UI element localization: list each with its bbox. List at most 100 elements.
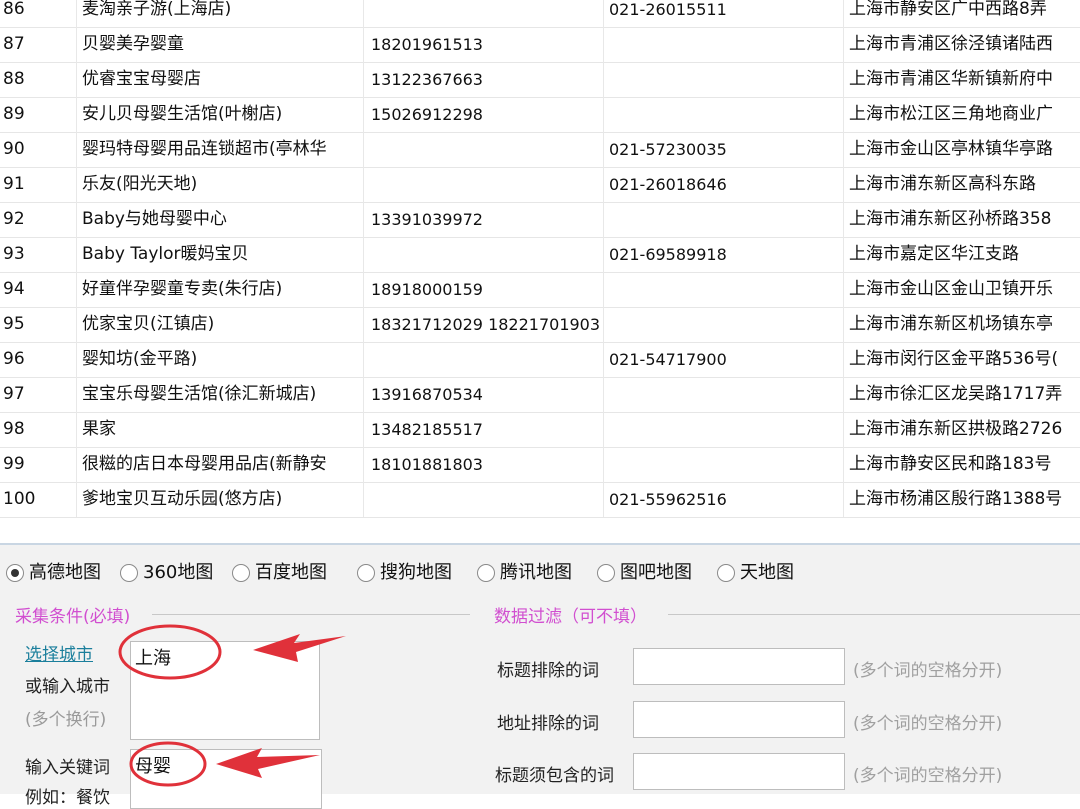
telephone-cell (603, 377, 843, 412)
radio-label: 图吧地图 (620, 562, 692, 583)
table-row[interactable]: 88 优睿宝宝母婴店 13122367663 上海市青浦区华新镇新府中 (0, 62, 1080, 98)
radio-unselected-icon (357, 564, 375, 582)
table-row[interactable]: 91 乐友(阳光天地) 021-26018646 上海市浦东新区高科东路 (0, 167, 1080, 203)
shop-name-cell: 安儿贝母婴生活馆(叶榭店) (76, 97, 363, 132)
address-cell: 上海市徐汇区龙吴路1717弄 (843, 377, 1080, 412)
row-number-cell: 97 (3, 384, 25, 404)
row-number-cell: 98 (3, 419, 25, 439)
address-cell: 上海市金山区金山卫镇开乐 (843, 272, 1080, 307)
telephone-cell (603, 202, 843, 237)
table-row[interactable]: 89 安儿贝母婴生活馆(叶榭店) 15026912298 上海市松江区三角地商业广 (0, 97, 1080, 133)
row-number-cell: 99 (3, 454, 25, 474)
city-textarea[interactable]: 上海 (130, 641, 320, 740)
address-exclude-input[interactable] (633, 701, 845, 738)
shop-name-cell: Baby与她母婴中心 (76, 202, 363, 237)
mobile-number-cell (363, 132, 603, 167)
address-cell: 上海市嘉定区华江支路 (843, 237, 1080, 272)
shop-name-cell: 爹地宝贝互动乐园(悠方店) (76, 482, 363, 517)
row-number-cell: 87 (3, 34, 25, 54)
group-divider (668, 614, 1080, 615)
row-number-cell: 96 (3, 349, 25, 369)
table-row[interactable]: 100 爹地宝贝互动乐园(悠方店) 021-55962516 上海市杨浦区殷行路138… (0, 482, 1080, 518)
row-number-cell: 89 (3, 104, 25, 124)
select-city-link[interactable]: 选择城市 (25, 640, 93, 665)
title-exclude-label: 标题排除的词 (497, 661, 599, 681)
telephone-cell (603, 97, 843, 132)
mobile-number-cell: 13391039972 (363, 202, 603, 237)
mobile-number-cell: 18201961513 (363, 27, 603, 62)
radio-label: 腾讯地图 (500, 562, 572, 583)
mobile-number-cell (363, 167, 603, 202)
telephone-cell (603, 447, 843, 482)
row-number-cell: 100 (3, 489, 36, 509)
row-number-cell: 91 (3, 174, 25, 194)
address-cell: 上海市浦东新区孙桥路358 (843, 202, 1080, 237)
radio-label: 百度地图 (255, 562, 327, 583)
table-row[interactable]: 97 宝宝乐母婴生活馆(徐汇新城店) 13916870534 上海市徐汇区龙吴路171… (0, 377, 1080, 413)
shop-name-cell: 宝宝乐母婴生活馆(徐汇新城店) (76, 377, 363, 412)
radio-selected-icon (6, 564, 24, 582)
address-cell: 上海市杨浦区殷行路1388号 (843, 482, 1080, 517)
table-row[interactable]: 92 Baby与她母婴中心 13391039972 上海市浦东新区孙桥路358 (0, 202, 1080, 238)
shop-name-cell: 优家宝贝(江镇店) (76, 307, 363, 342)
table-row[interactable]: 96 婴知坊(金平路) 021-54717900 上海市闵行区金平路536号( (0, 342, 1080, 378)
table-row[interactable]: 94 好童伴孕婴童专卖(朱行店) 18918000159 上海市金山区金山卫镇开乐 (0, 272, 1080, 308)
mobile-number-cell: 13916870534 (363, 377, 603, 412)
shop-name-cell: 婴知坊(金平路) (76, 342, 363, 377)
title-include-hint: (多个词的空格分开) (853, 766, 1003, 786)
address-cell: 上海市松江区三角地商业广 (843, 97, 1080, 132)
table-row[interactable]: 93 Baby Taylor暖妈宝贝 021-69589918 上海市嘉定区华江支路 (0, 237, 1080, 273)
radio-label: 高德地图 (29, 562, 101, 583)
results-table[interactable]: 86 麦淘亲子游(上海店) 021-26015511 上海市静安区广中西路8弄 87 贝婴… (0, 0, 1080, 525)
table-row[interactable]: 98 果家 13482185517 上海市浦东新区拱极路2726 (0, 412, 1080, 448)
address-exclude-label: 地址排除的词 (497, 714, 599, 734)
row-number-cell: 92 (3, 209, 25, 229)
row-number-cell: 90 (3, 139, 25, 159)
telephone-cell: 021-57230035 (603, 132, 843, 167)
filter-group-title: 数据过滤（可不填） (494, 607, 647, 627)
keyword-example: 例如：餐饮 (25, 788, 110, 808)
address-cell: 上海市金山区亭林镇华亭路 (843, 132, 1080, 167)
table-row[interactable]: 90 婴玛特母婴用品连锁超市(亭林华 021-57230035 上海市金山区亭林镇华亭… (0, 132, 1080, 168)
keyword-value: 母婴 (135, 756, 171, 777)
table-row[interactable]: 86 麦淘亲子游(上海店) 021-26015511 上海市静安区广中西路8弄 (0, 0, 1080, 28)
shop-name-cell: 乐友(阳光天地) (76, 167, 363, 202)
row-number-cell: 88 (3, 69, 25, 89)
keyword-textarea[interactable]: 母婴 (130, 749, 322, 809)
shop-name-cell: 很糍的店日本母婴用品店(新静安 (76, 447, 363, 482)
row-number-cell: 86 (3, 0, 25, 19)
telephone-cell: 021-55962516 (603, 482, 843, 517)
shop-name-cell: 好童伴孕婴童专卖(朱行店) (76, 272, 363, 307)
mobile-number-cell: 15026912298 (363, 97, 603, 132)
title-include-input[interactable] (633, 753, 845, 790)
telephone-cell (603, 412, 843, 447)
title-exclude-input[interactable] (633, 648, 845, 685)
multi-line-hint: (多个换行) (25, 710, 107, 730)
mobile-number-cell: 18101881803 (363, 447, 603, 482)
shop-name-cell: 优睿宝宝母婴店 (76, 62, 363, 97)
collect-group-title: 采集条件(必填) (15, 607, 131, 627)
radio-unselected-icon (232, 564, 250, 582)
address-cell: 上海市浦东新区高科东路 (843, 167, 1080, 202)
options-panel: 高德地图 360地图 百度地图 搜狗地图 腾讯地图 图吧地图 天地图 采集条件(… (0, 543, 1080, 809)
radio-unselected-icon (597, 564, 615, 582)
shop-name-cell: 果家 (76, 412, 363, 447)
mobile-number-cell (363, 0, 603, 27)
radio-unselected-icon (717, 564, 735, 582)
table-row[interactable]: 99 很糍的店日本母婴用品店(新静安 18101881803 上海市静安区民和路183… (0, 447, 1080, 483)
shop-name-cell: 贝婴美孕婴童 (76, 27, 363, 62)
mobile-number-cell (363, 342, 603, 377)
table-row[interactable]: 87 贝婴美孕婴童 18201961513 上海市青浦区徐泾镇诸陆西 (0, 27, 1080, 63)
table-row[interactable]: 95 优家宝贝(江镇店) 18321712029 18221701903 上海市浦东新… (0, 307, 1080, 343)
address-cell: 上海市静安区民和路183号 (843, 447, 1080, 482)
mobile-number-cell: 13122367663 (363, 62, 603, 97)
shop-name-cell: 麦淘亲子游(上海店) (76, 0, 363, 27)
title-include-label: 标题须包含的词 (495, 766, 614, 786)
title-exclude-hint: (多个词的空格分开) (853, 661, 1003, 681)
row-number-cell: 95 (3, 314, 25, 334)
keyword-label: 输入关键词 (25, 758, 110, 778)
row-number-cell: 93 (3, 244, 25, 264)
telephone-cell (603, 62, 843, 97)
mobile-number-cell: 13482185517 (363, 412, 603, 447)
mobile-number-cell: 18918000159 (363, 272, 603, 307)
